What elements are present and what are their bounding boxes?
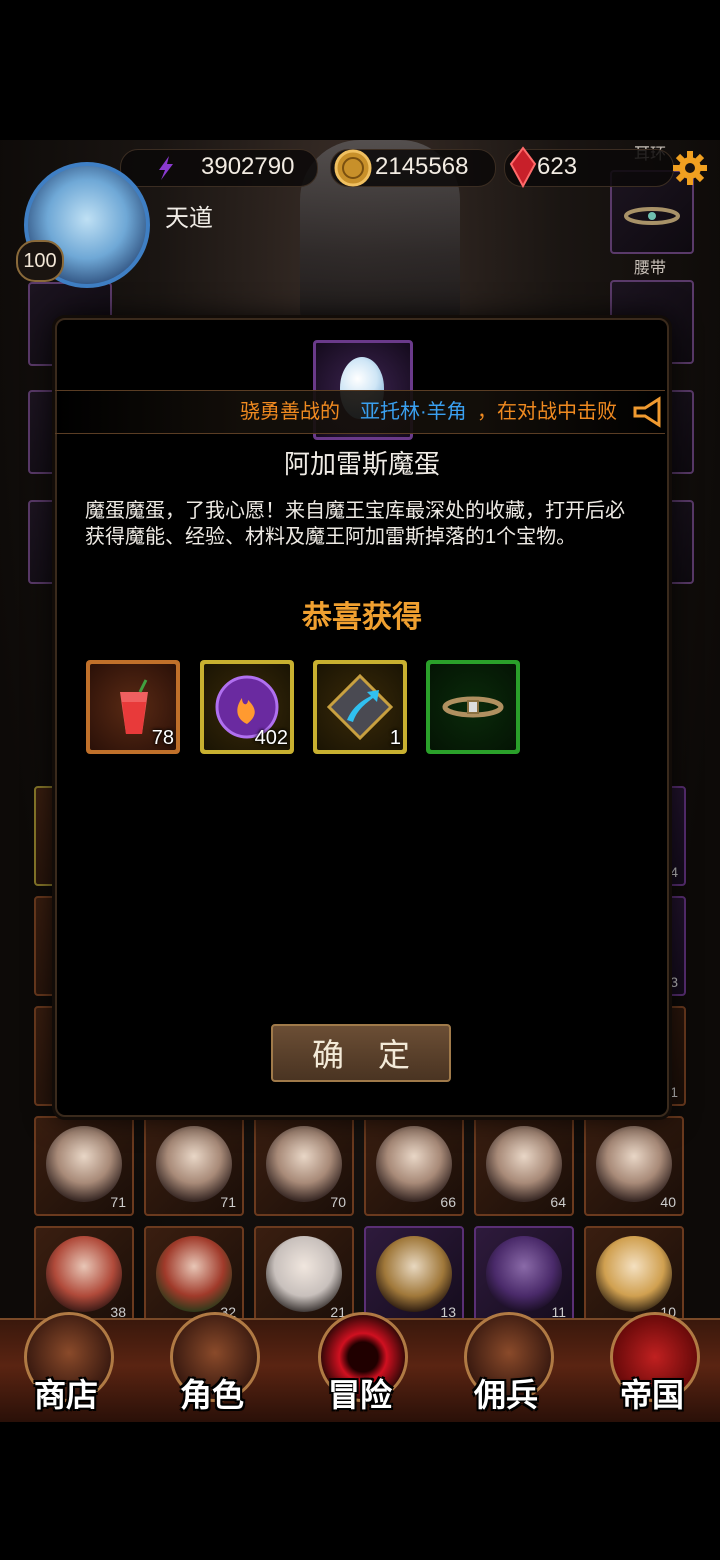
hero-level: 40 (660, 1194, 676, 1210)
gem-value: 623 (537, 153, 578, 180)
marquee-suffix: ，在对战中击败 (477, 401, 617, 423)
item-description: 魔蛋魔蛋，了我心愿！来自魔王宝库最深处的收藏，打开后必获得魔能、经验、材料及魔王… (85, 500, 625, 548)
reward-qty: 1 (389, 727, 401, 749)
nav-empire[interactable]: 帝国 (600, 1312, 704, 1422)
hero-portrait (376, 1236, 452, 1312)
hero-portrait (596, 1126, 672, 1202)
belt-icon (442, 696, 504, 718)
hero-portrait (46, 1236, 122, 1312)
hero-level: 3 (670, 974, 678, 990)
hero-portrait (486, 1236, 562, 1312)
hero-portrait (376, 1126, 452, 1202)
marquee-prefix: 骁勇善战的 (240, 401, 340, 423)
gem-bar: 623 (504, 146, 674, 188)
hero-card[interactable]: 13 (364, 1226, 464, 1326)
hero-portrait (156, 1126, 232, 1202)
reward-item-drink[interactable]: 78 (86, 660, 180, 754)
hero-portrait (266, 1126, 342, 1202)
hero-portrait (596, 1236, 672, 1312)
gold-bar: 2145568 (330, 149, 496, 187)
belt-label: 腰带 (633, 260, 666, 277)
reward-qty: 402 (254, 727, 288, 749)
player-level-badge: 100 (16, 240, 64, 282)
power-value: 3902790 (201, 153, 295, 180)
nav-adventure[interactable]: 冒险 (308, 1312, 412, 1422)
marquee-player-name: 亚托林·羊角 (360, 401, 467, 423)
hero-level: 71 (110, 1194, 126, 1210)
nav-adventure-label: 冒险 (327, 1377, 392, 1413)
broadcast-marquee: 骁勇善战的 亚托林·羊角 ，在对战中击败 (55, 390, 665, 434)
nav-empire-label: 帝国 (619, 1377, 684, 1413)
reward-item-belt[interactable] (426, 660, 520, 754)
congrats-title: 恭喜获得 (302, 601, 422, 634)
hero-portrait (486, 1126, 562, 1202)
hero-card[interactable]: 64 (474, 1116, 574, 1216)
reward-qty: 78 (151, 727, 174, 749)
item-name: 阿加雷斯魔蛋 (283, 449, 440, 479)
hero-level: 66 (440, 1194, 456, 1210)
hero-level: 4 (670, 864, 678, 880)
confirm-button[interactable]: 确定 (271, 1024, 451, 1082)
hero-portrait (156, 1236, 232, 1312)
player-name: 天道 (165, 205, 213, 232)
nav-character-label: 角色 (179, 1377, 244, 1413)
hero-card[interactable]: 38 (34, 1226, 134, 1326)
nav-shop[interactable]: 商店 (14, 1312, 118, 1422)
upgrade-arrow-icon (327, 674, 393, 740)
hero-level: 70 (330, 1194, 346, 1210)
reward-item-upgrade-stone[interactable]: 1 (313, 660, 407, 754)
bottom-navigation: 商店 角色 冒险 佣兵 帝国 (0, 1312, 720, 1422)
hero-card[interactable]: 66 (364, 1116, 464, 1216)
hero-card[interactable]: 71 (34, 1116, 134, 1216)
hero-card[interactable]: 21 (254, 1226, 354, 1326)
nav-shop-label: 商店 (33, 1377, 98, 1413)
megaphone-icon (633, 396, 661, 428)
hero-card[interactable]: 70 (254, 1116, 354, 1216)
drink-icon (120, 679, 148, 734)
nav-mercenary-label: 佣兵 (473, 1377, 538, 1413)
red-crystal-icon (509, 146, 537, 188)
hero-card[interactable]: 71 (144, 1116, 244, 1216)
hero-card[interactable]: 40 (584, 1116, 684, 1216)
hero-portrait (266, 1236, 342, 1312)
hero-card[interactable]: 10 (584, 1226, 684, 1326)
hero-card[interactable]: 32 (144, 1226, 244, 1326)
hero-portrait (46, 1126, 122, 1202)
hero-level: 1 (670, 1084, 678, 1100)
gold-value: 2145568 (375, 153, 469, 180)
hero-level: 71 (220, 1194, 236, 1210)
reward-dialog: 阿加雷斯魔蛋 魔蛋魔蛋，了我心愿！来自魔王宝库最深处的收藏，打开后必获得魔能、经… (55, 318, 669, 1117)
hero-level: 64 (550, 1194, 566, 1210)
nav-mercenary[interactable]: 佣兵 (454, 1312, 558, 1422)
nav-character[interactable]: 角色 (160, 1312, 264, 1422)
hero-card[interactable]: 11 (474, 1226, 574, 1326)
settings-gear-icon[interactable] (672, 150, 708, 186)
gold-coin-icon (334, 149, 372, 187)
reward-item-magic-orb[interactable]: 402 (200, 660, 294, 754)
